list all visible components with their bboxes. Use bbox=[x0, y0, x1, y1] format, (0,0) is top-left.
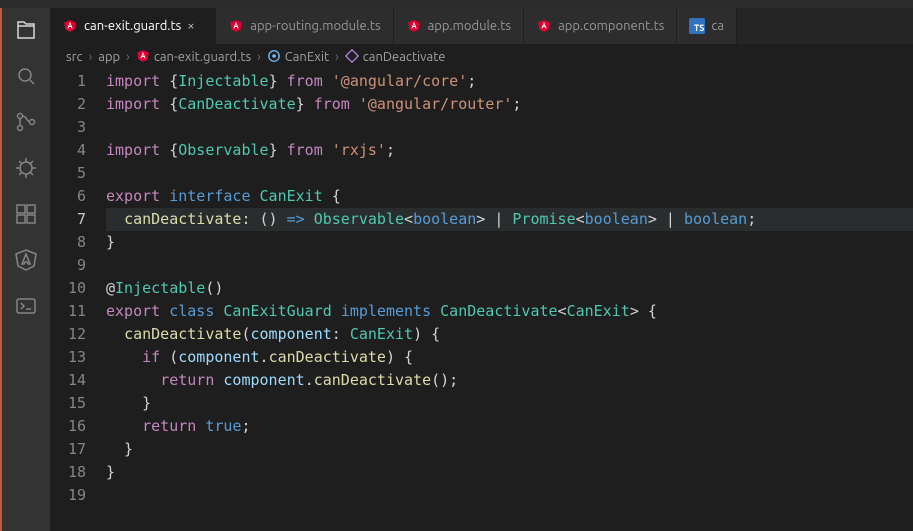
interface-icon bbox=[267, 49, 281, 66]
typescript-icon: TS bbox=[689, 18, 705, 34]
breadcrumb-label: CanExit bbox=[285, 50, 329, 64]
line-number: 10 bbox=[50, 277, 86, 300]
angular-icon bbox=[136, 49, 150, 66]
line-number: 18 bbox=[50, 461, 86, 484]
tab-app-module-ts[interactable]: app.module.ts bbox=[394, 8, 524, 44]
line-number: 5 bbox=[50, 162, 86, 185]
tab-label: app-routing.module.ts bbox=[250, 19, 380, 33]
line-number: 8 bbox=[50, 231, 86, 254]
line-number: 15 bbox=[50, 392, 86, 415]
activity-bar bbox=[0, 8, 50, 531]
breadcrumb: src › app › can-exit.guard.ts › CanExit › canDea… bbox=[50, 44, 913, 70]
code-line[interactable] bbox=[106, 254, 913, 277]
explorer-icon[interactable] bbox=[12, 16, 40, 44]
line-number-gutter: 12345678910111213141516171819 bbox=[50, 70, 106, 531]
breadcrumb-interface[interactable]: CanExit bbox=[267, 49, 329, 66]
code-line[interactable]: return true; bbox=[106, 415, 913, 438]
breadcrumb-label: src bbox=[66, 50, 83, 64]
code-line[interactable] bbox=[106, 116, 913, 139]
line-number: 14 bbox=[50, 369, 86, 392]
code-line[interactable]: export class CanExitGuard implements Can… bbox=[106, 300, 913, 323]
code-line[interactable]: canDeactivate: () => Observable<boolean>… bbox=[106, 208, 913, 231]
breadcrumb-file[interactable]: can-exit.guard.ts bbox=[136, 49, 251, 66]
source-control-icon[interactable] bbox=[12, 108, 40, 136]
line-number: 11 bbox=[50, 300, 86, 323]
code-line[interactable] bbox=[106, 162, 913, 185]
code-line[interactable] bbox=[106, 484, 913, 507]
code-line[interactable]: return component.canDeactivate(); bbox=[106, 369, 913, 392]
method-icon bbox=[345, 49, 359, 66]
code-line[interactable]: import {Injectable} from '@angular/core'… bbox=[106, 70, 913, 93]
line-number: 1 bbox=[50, 70, 86, 93]
line-number: 12 bbox=[50, 323, 86, 346]
code-line[interactable]: } bbox=[106, 438, 913, 461]
main-area: can-exit.guard.ts × app-routing.module.ts a… bbox=[0, 8, 913, 531]
line-number: 9 bbox=[50, 254, 86, 277]
line-number: 3 bbox=[50, 116, 86, 139]
debug-icon[interactable] bbox=[12, 154, 40, 182]
line-number: 4 bbox=[50, 139, 86, 162]
code-line[interactable]: if (component.canDeactivate) { bbox=[106, 346, 913, 369]
search-icon[interactable] bbox=[12, 62, 40, 90]
line-number: 17 bbox=[50, 438, 86, 461]
tab-app-component-ts[interactable]: app.component.ts bbox=[524, 8, 677, 44]
angular-icon bbox=[228, 18, 244, 34]
breadcrumb-label: canDeactivate bbox=[363, 50, 446, 64]
tab-label: app.component.ts bbox=[558, 19, 664, 33]
breadcrumb-folder[interactable]: src bbox=[66, 50, 83, 64]
editor-area: can-exit.guard.ts × app-routing.module.ts a… bbox=[50, 8, 913, 531]
tab-label: can-exit.guard.ts bbox=[84, 19, 181, 33]
chevron-right-icon: › bbox=[126, 50, 130, 64]
angular-icon bbox=[62, 18, 78, 34]
code-editor[interactable]: 12345678910111213141516171819 import {In… bbox=[50, 70, 913, 531]
code-line[interactable]: } bbox=[106, 231, 913, 254]
tab-label: ca bbox=[711, 19, 724, 33]
code-line[interactable]: export interface CanExit { bbox=[106, 185, 913, 208]
tab-app-routing-module-ts[interactable]: app-routing.module.ts bbox=[216, 8, 393, 44]
line-number: 16 bbox=[50, 415, 86, 438]
code-line[interactable]: } bbox=[106, 392, 913, 415]
angular-console-icon[interactable] bbox=[12, 292, 40, 320]
breadcrumb-label: app bbox=[98, 50, 120, 64]
close-icon[interactable]: × bbox=[187, 19, 203, 33]
code-line[interactable]: import {Observable} from 'rxjs'; bbox=[106, 139, 913, 162]
line-number: 19 bbox=[50, 484, 86, 507]
tab-ca[interactable]: TS ca bbox=[677, 8, 737, 44]
titlebar bbox=[0, 0, 913, 8]
angular-icon bbox=[536, 18, 552, 34]
angular-icon bbox=[406, 18, 422, 34]
breadcrumb-folder[interactable]: app bbox=[98, 50, 120, 64]
code-line[interactable]: } bbox=[106, 461, 913, 484]
breadcrumb-label: can-exit.guard.ts bbox=[154, 50, 251, 64]
angular-ext-icon[interactable] bbox=[12, 246, 40, 274]
chevron-right-icon: › bbox=[89, 50, 93, 64]
line-number: 7 bbox=[50, 208, 86, 231]
code-content[interactable]: import {Injectable} from '@angular/core'… bbox=[106, 70, 913, 531]
extensions-icon[interactable] bbox=[12, 200, 40, 228]
line-number: 6 bbox=[50, 185, 86, 208]
code-line[interactable]: canDeactivate(component: CanExit) { bbox=[106, 323, 913, 346]
line-number: 2 bbox=[50, 93, 86, 116]
breadcrumb-method[interactable]: canDeactivate bbox=[345, 49, 446, 66]
tab-label: app.module.ts bbox=[428, 19, 511, 33]
tab-can-exit-guard-ts[interactable]: can-exit.guard.ts × bbox=[50, 8, 216, 44]
line-number: 13 bbox=[50, 346, 86, 369]
chevron-right-icon: › bbox=[335, 50, 339, 64]
code-line[interactable]: @Injectable() bbox=[106, 277, 913, 300]
code-line[interactable]: import {CanDeactivate} from '@angular/ro… bbox=[106, 93, 913, 116]
chevron-right-icon: › bbox=[257, 50, 261, 64]
tab-bar: can-exit.guard.ts × app-routing.module.ts a… bbox=[50, 8, 913, 44]
